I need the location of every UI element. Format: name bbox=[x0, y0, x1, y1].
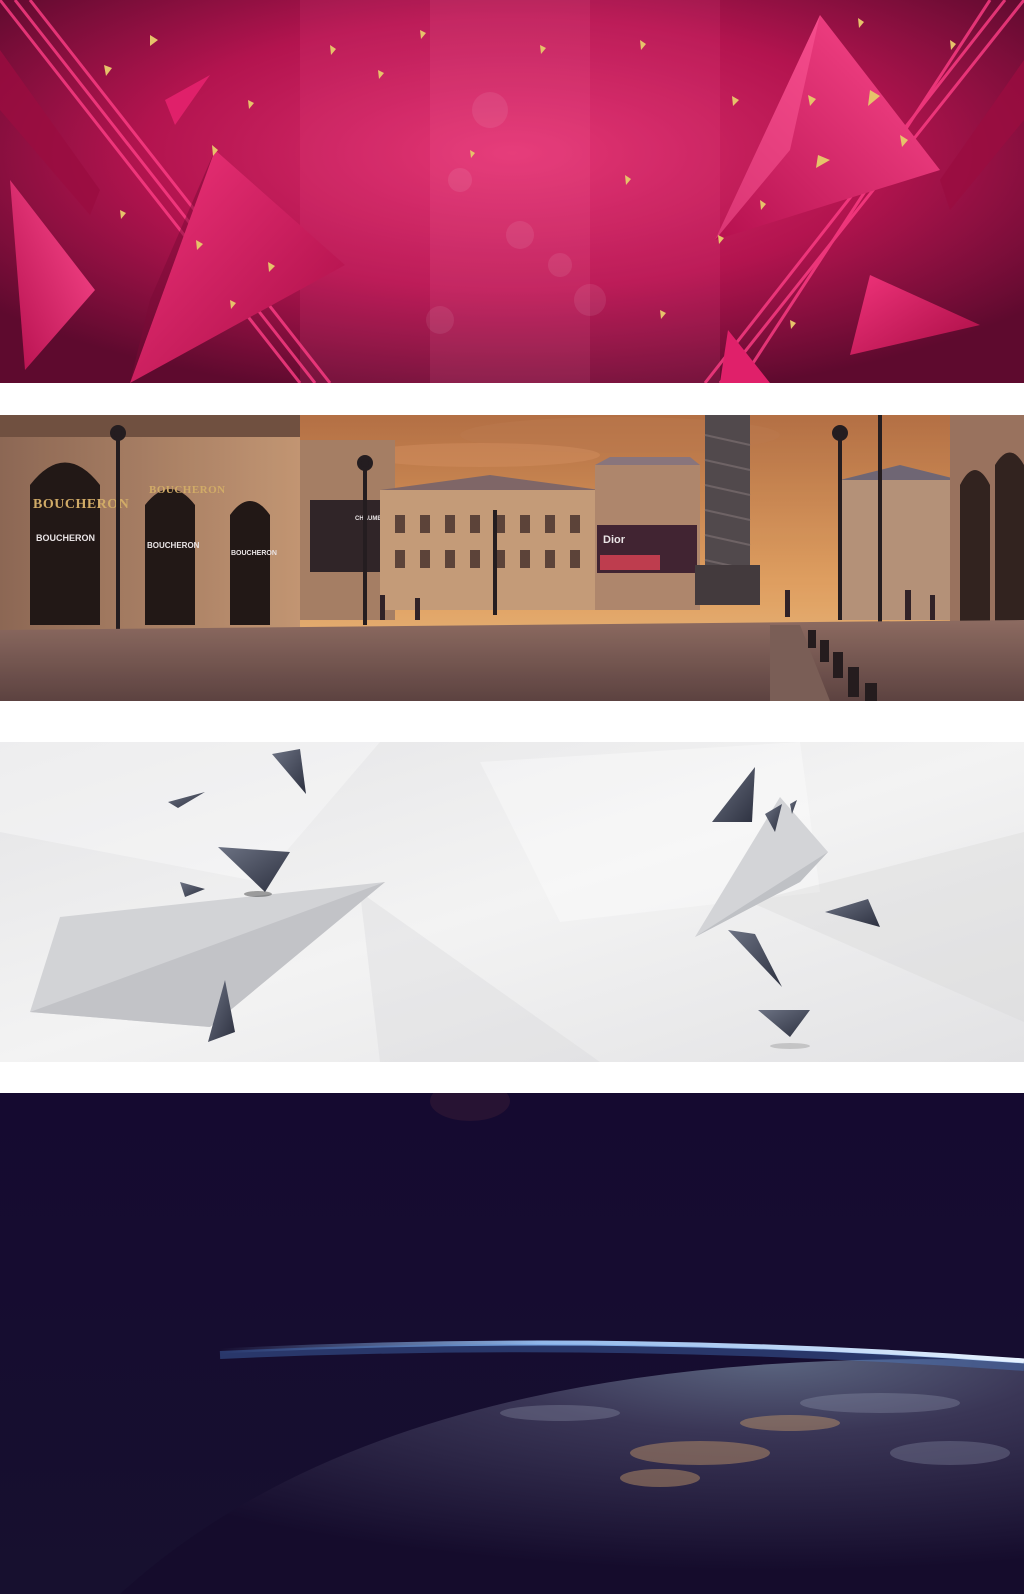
gray-banner-art bbox=[0, 742, 1024, 1062]
gray-paper-plane-banner bbox=[0, 742, 1024, 1062]
space-banner-art bbox=[0, 1093, 1024, 1594]
red-banner-art bbox=[0, 0, 1024, 383]
red-geometric-banner bbox=[0, 0, 1024, 383]
earth-horizon-banner bbox=[0, 1093, 1024, 1594]
city-photo-art: BOUCHERON BOUCHERON BOUCHERON BOUCHERON … bbox=[0, 415, 1024, 701]
paris-square-banner: BOUCHERON BOUCHERON BOUCHERON BOUCHERON … bbox=[0, 415, 1024, 701]
